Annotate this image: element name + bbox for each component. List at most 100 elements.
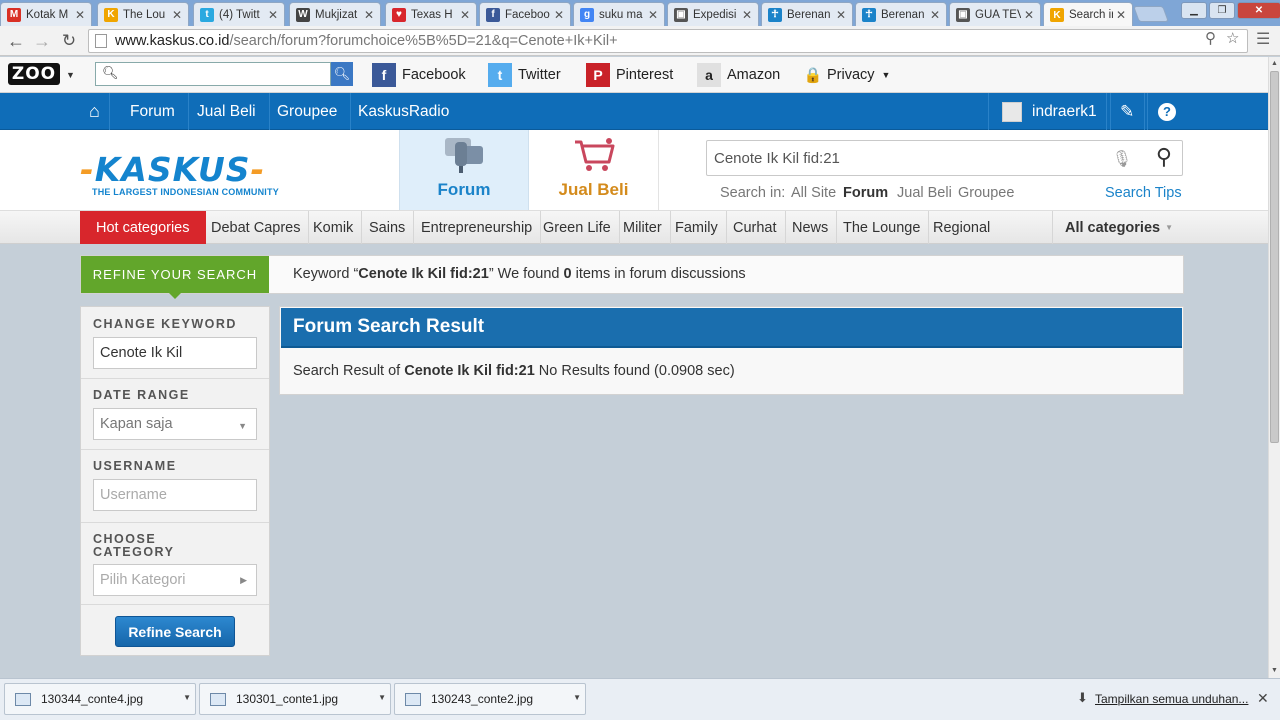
close-tab-icon[interactable]: ✕ (460, 8, 470, 22)
close-tab-icon[interactable]: ✕ (75, 8, 85, 22)
tab-forum[interactable]: Forum (399, 130, 529, 210)
help-icon[interactable]: ? (1144, 93, 1189, 130)
download-item[interactable]: 130301_conte1.jpg ▼ (199, 683, 391, 715)
close-tab-icon[interactable]: ✕ (648, 8, 658, 22)
category-hot[interactable]: Hot categories (80, 211, 206, 244)
browser-tab[interactable]: ▣ Expedisi ✕ (667, 2, 759, 26)
zoo-search-button[interactable]: 🔍︎ (331, 62, 353, 86)
chevron-down-icon[interactable]: ▼ (378, 693, 386, 702)
browser-tab[interactable]: g suku ma ✕ (573, 2, 665, 26)
close-tab-icon[interactable]: ✕ (1024, 8, 1034, 22)
zoo-link-pinterest[interactable]: P Pinterest (586, 63, 673, 87)
close-tab-icon[interactable]: ✕ (268, 8, 278, 22)
url-bar[interactable]: www.kaskus.co.id/search/forum?forumchoic… (88, 29, 1248, 53)
close-window-icon[interactable]: ✕ (1237, 1, 1280, 19)
minimize-icon[interactable]: ▁ (1181, 1, 1207, 19)
category-family[interactable]: Family (667, 211, 727, 244)
browser-tab[interactable]: ▣ GUA TEV ✕ (949, 2, 1041, 26)
kaskus-search-input[interactable]: Cenote Ik Kil fid:21 🎙︎ ⚲ (706, 140, 1183, 176)
browser-tab[interactable]: K Search ir ✕ (1043, 2, 1133, 27)
user-menu[interactable]: indraerk1 (988, 93, 1111, 130)
zoo-link-label: Pinterest (616, 67, 674, 83)
category-sains[interactable]: Sains (361, 211, 415, 244)
keyword-input[interactable]: Cenote Ik Kil (93, 337, 257, 369)
topnav-jualbeli[interactable]: Jual Beli (184, 93, 270, 130)
zoo-link-twitter[interactable]: t Twitter (488, 63, 561, 87)
chevron-down-icon[interactable]: ▼ (573, 693, 581, 702)
chevron-down-icon[interactable]: ▼ (183, 693, 191, 702)
download-item[interactable]: 130243_conte2.jpg ▼ (394, 683, 586, 715)
category-entrepreneurship[interactable]: Entrepreneurship (413, 211, 542, 244)
new-tab-button[interactable] (1133, 6, 1169, 22)
browser-tab[interactable]: t (4) Twitt ✕ (193, 2, 285, 26)
tab-jualbeli[interactable]: Jual Beli (529, 130, 659, 210)
close-tab-icon[interactable]: ✕ (554, 8, 564, 22)
browser-tab[interactable]: ☥ Berenan ✕ (855, 2, 947, 26)
search-value: Cenote Ik Kil fid:21 (714, 149, 840, 167)
category-debat-capres[interactable]: Debat Capres (203, 211, 310, 244)
menu-icon[interactable]: ☰ (1256, 29, 1270, 49)
microphone-icon[interactable]: 🎙︎ (1112, 149, 1132, 169)
refine-search-button[interactable]: Refine Search (115, 616, 235, 647)
browser-tab[interactable]: f Faceboo ✕ (479, 2, 571, 26)
category-komik[interactable]: Komik (305, 211, 363, 244)
close-tab-icon[interactable]: ✕ (742, 8, 752, 22)
result-keyword: Cenote Ik Kil fid:21 (404, 363, 535, 379)
close-tab-icon[interactable]: ✕ (836, 8, 846, 22)
scroll-down-icon[interactable]: ▼ (1269, 664, 1280, 676)
category-green-life[interactable]: Green Life (535, 211, 620, 244)
search-in-jualbeli[interactable]: Jual Beli (897, 185, 952, 201)
close-tab-icon[interactable]: ✕ (172, 8, 182, 22)
category-news[interactable]: News (784, 211, 838, 244)
back-icon[interactable]: ← (5, 30, 27, 52)
zoom-icon[interactable]: ⚲ (1205, 29, 1216, 47)
close-icon[interactable]: ✕ (1257, 690, 1269, 707)
forward-icon[interactable]: → (31, 30, 53, 52)
reload-icon[interactable]: ↻ (58, 30, 80, 52)
logo-word: -KASKUS- (80, 150, 266, 189)
pencil-icon[interactable]: ✎ (1106, 93, 1149, 130)
zoo-link-facebook[interactable]: f Facebook (372, 63, 466, 87)
browser-tab[interactable]: K The Lou ✕ (97, 2, 189, 26)
zoo-link-amazon[interactable]: a Amazon (697, 63, 780, 87)
browser-tab[interactable]: ♥ Texas H ✕ (385, 2, 477, 26)
search-in-groupee[interactable]: Groupee (958, 185, 1014, 201)
scroll-up-icon[interactable]: ▲ (1269, 57, 1280, 69)
topnav-kaskusradio[interactable]: KaskusRadio (345, 93, 462, 130)
category-regional[interactable]: Regional (925, 211, 998, 244)
close-tab-icon[interactable]: ✕ (930, 8, 940, 22)
show-all-downloads-link[interactable]: Tampilkan semua unduhan... (1095, 692, 1248, 706)
category-curhat[interactable]: Curhat (725, 211, 786, 244)
topnav-forum[interactable]: Forum (117, 93, 189, 130)
browser-tab[interactable]: W Mukjizat ✕ (289, 2, 381, 26)
browser-tab[interactable]: ☥ Berenan ✕ (761, 2, 853, 26)
topnav-groupee[interactable]: Groupee (264, 93, 352, 130)
close-tab-icon[interactable]: ✕ (1116, 8, 1126, 22)
username-input[interactable]: Username (93, 479, 257, 511)
kaskus-logo[interactable]: -KASKUS- THE LARGEST INDONESIAN COMMUNIT… (80, 150, 292, 198)
search-tips-link[interactable]: Search Tips (1105, 185, 1182, 201)
zoo-search-input[interactable]: 🔍︎ (95, 62, 331, 86)
zoo-link-privacy[interactable]: 🔒 Privacy ▼ (804, 63, 891, 87)
search-icon[interactable]: ⚲ (1156, 144, 1172, 170)
category-the-lounge[interactable]: The Lounge (835, 211, 930, 244)
chevron-down-icon[interactable]: ▼ (66, 70, 75, 80)
restore-icon[interactable]: ❐ (1209, 1, 1235, 19)
scroll-thumb[interactable] (1270, 71, 1279, 443)
category-select[interactable]: Pilih Kategori ▶ (93, 564, 257, 596)
bookmark-star-icon[interactable]: ☆ (1226, 29, 1239, 47)
vertical-scrollbar[interactable]: ▲ ▼ (1268, 57, 1280, 678)
close-tab-icon[interactable]: ✕ (364, 8, 374, 22)
refine-sidebar: CHANGE KEYWORD Cenote Ik Kil DATE RANGE … (80, 306, 270, 656)
search-in-allsite[interactable]: All Site (791, 185, 836, 201)
chevron-down-icon: ▼ (881, 70, 891, 80)
category-militer[interactable]: Militer (615, 211, 671, 244)
search-in-forum[interactable]: Forum (843, 185, 888, 201)
refine-your-search-tab[interactable]: REFINE YOUR SEARCH (81, 256, 269, 299)
date-range-select[interactable]: Kapan saja ▼ (93, 408, 257, 440)
home-icon[interactable]: ⌂ (80, 93, 110, 130)
browser-tab[interactable]: M Kotak M ✕ (0, 2, 92, 26)
all-categories-dropdown[interactable]: All categories ▼ (1052, 211, 1184, 244)
zoo-logo[interactable]: ZOO (8, 63, 60, 85)
download-item[interactable]: 130344_conte4.jpg ▼ (4, 683, 196, 715)
